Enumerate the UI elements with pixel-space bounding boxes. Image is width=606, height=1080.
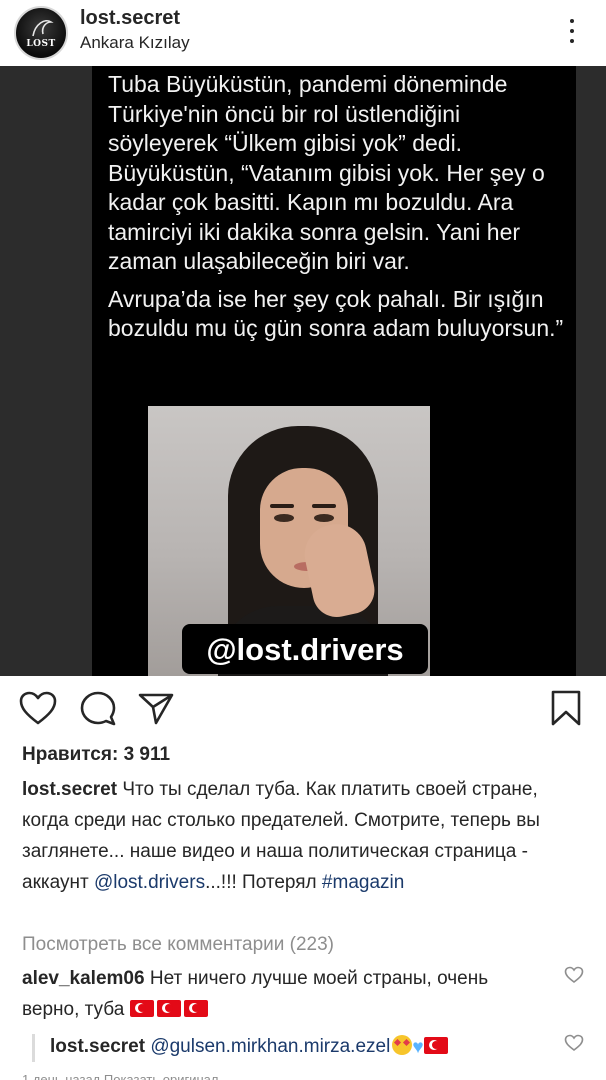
heart-icon[interactable] [18,690,58,726]
comment-like-heart-icon[interactable] [564,966,584,984]
post-text-paragraph: Tuba Büyüküstün, pandemi döneminde Türki… [108,71,545,274]
post-caption: lost.secret Что ты сделал туба. Как плат… [22,774,588,898]
comment-mention-link[interactable]: @gulsen.mirkhan.mirza.ezel [150,1036,390,1057]
action-bar [0,676,606,740]
post-header: LOST lost.secret Ankara Kızılay [0,0,606,66]
comment-icon[interactable] [78,690,118,726]
post-image-content: Tuba Büyüküstün, pandemi döneminde Türki… [92,66,576,676]
avatar[interactable]: LOST [14,6,68,60]
heart-eyes-emoji-icon [392,1035,413,1055]
caption-mention-link[interactable]: @lost.drivers [94,872,205,893]
comment-author[interactable]: alev_kalem06 [22,968,145,989]
dot [570,29,574,33]
bookmark-icon[interactable] [548,690,584,726]
post-location[interactable]: Ankara Kızılay [80,33,190,53]
blue-heart-emoji-icon: ♥ [412,1037,424,1058]
overlay-tag: @lost.drivers [182,624,428,674]
post-text-paragraph: Avrupa’da ise her şey çok pahalı. Bir ış… [108,285,564,342]
post-author-username[interactable]: lost.secret [80,7,180,30]
comment-author[interactable]: lost.secret [50,1036,145,1057]
overlay-tag-text: @lost.drivers [206,632,404,667]
post-timestamp-translate[interactable]: 1 день назад Показать оригинал [22,1072,218,1080]
likes-count[interactable]: Нравится: 3 911 [22,744,170,766]
comment-item: alev_kalem06 Нет ничего лучше моей стран… [22,963,542,1025]
turkey-flag-icon [423,1037,448,1054]
dot [570,39,574,43]
caption-author[interactable]: lost.secret [22,779,117,800]
logo-icon [32,20,54,37]
post-image-text: Tuba Büyüküstün, pandemi döneminde Türki… [108,70,568,344]
dot [570,19,574,23]
comment-like-heart-icon[interactable] [564,1034,584,1052]
post-image[interactable]: Tuba Büyüküstün, pandemi döneminde Türki… [0,66,606,676]
turkey-flag-icon [129,999,211,1020]
view-all-comments-link[interactable]: Посмотреть все комментарии (223) [22,934,334,956]
comment-reply-item: lost.secret @gulsen.mirkhan.mirza.ezel ♥ [50,1031,550,1063]
reply-divider [32,1034,35,1062]
caption-hashtag-link[interactable]: #magazin [322,872,404,893]
more-options-icon[interactable] [560,16,584,46]
avatar-logo-text: LOST [26,39,56,49]
paper-plane-icon[interactable] [136,690,176,726]
caption-text: ...!!! Потерял [205,872,322,893]
